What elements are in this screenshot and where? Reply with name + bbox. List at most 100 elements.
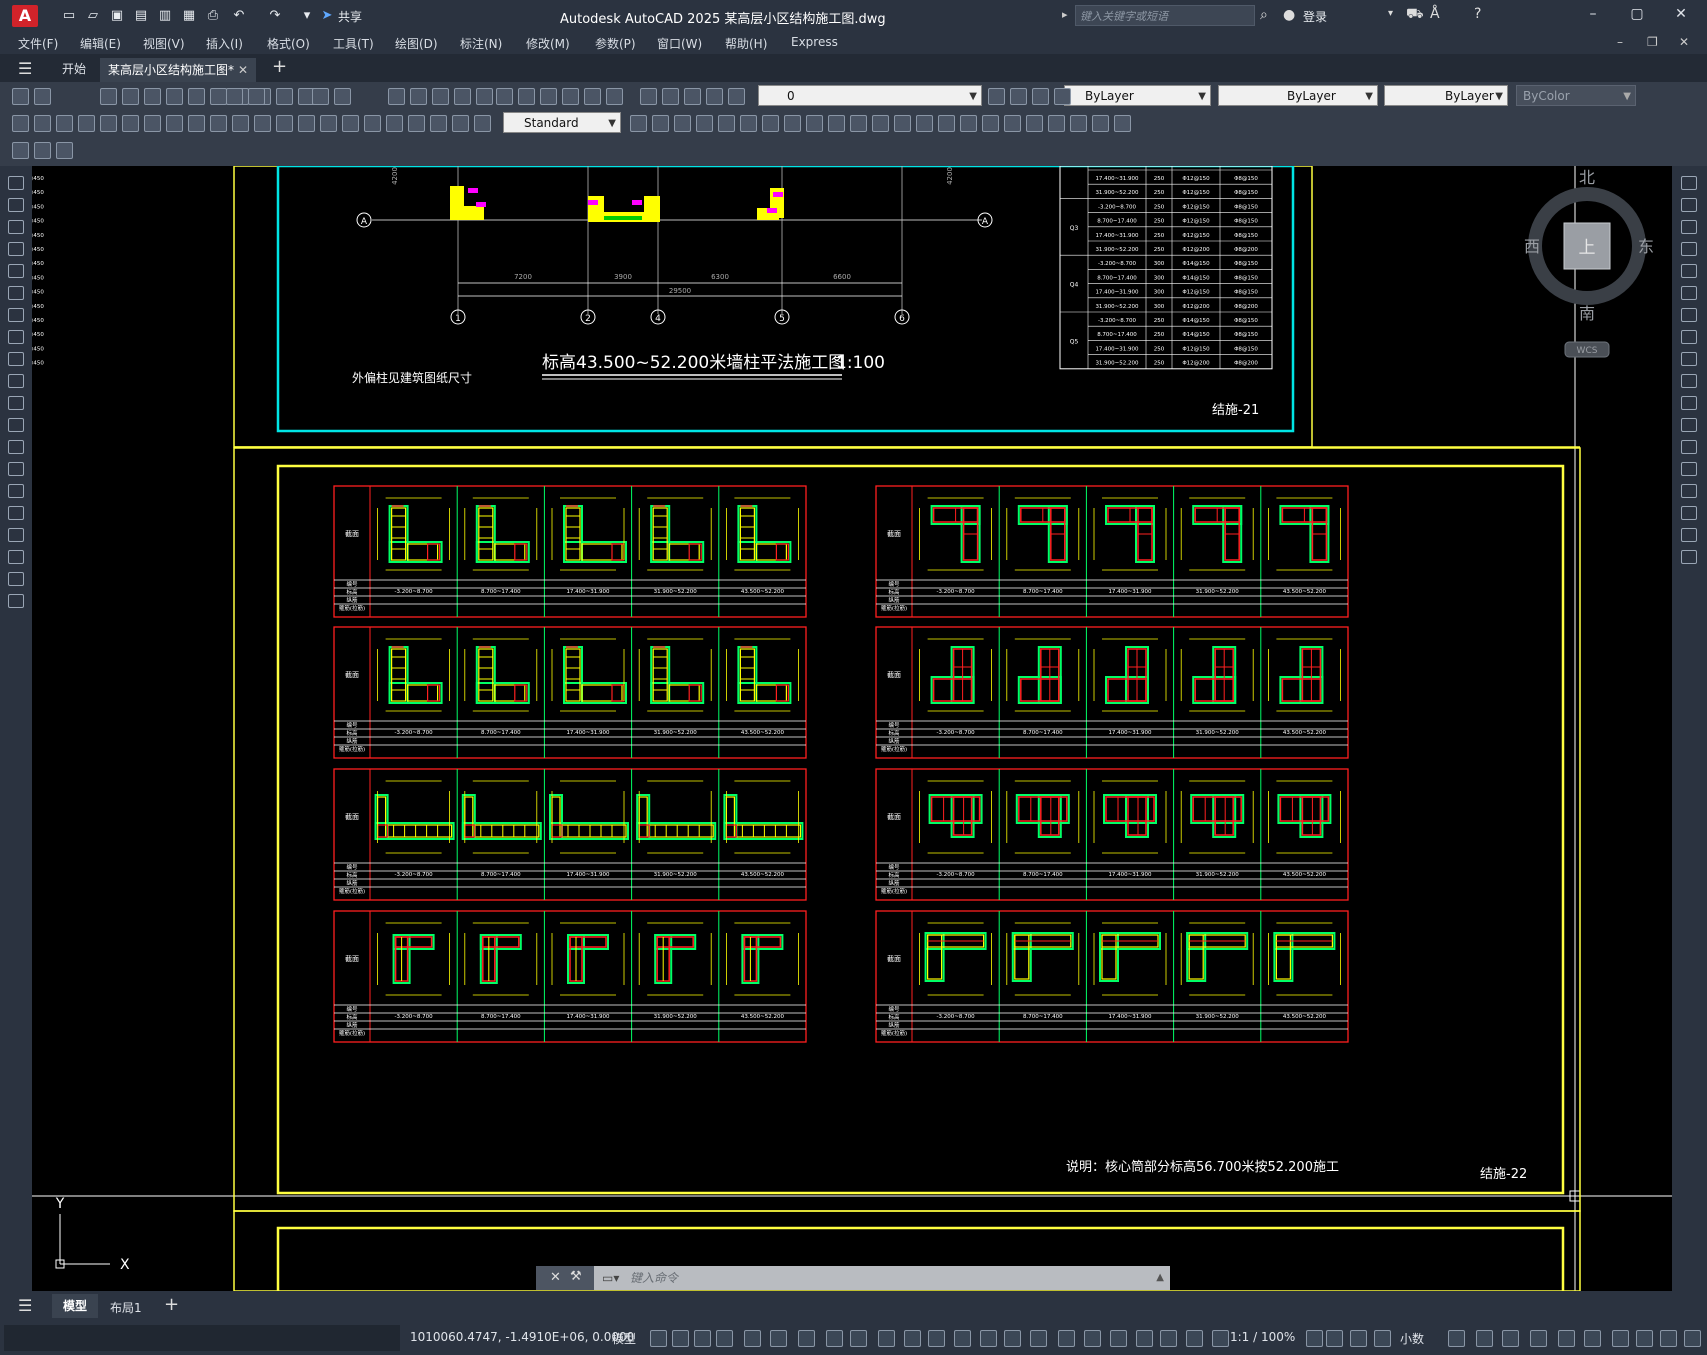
toolbar-tool-icon[interactable] (122, 88, 139, 105)
draw-tool-icon[interactable] (8, 198, 24, 212)
toolbar-tool-icon[interactable] (684, 88, 701, 105)
view-tool-icon[interactable] (718, 115, 735, 132)
toolbar-tool-icon[interactable] (454, 88, 471, 105)
menu-view[interactable]: 视图(V) (143, 35, 185, 52)
toolbar-tool-icon[interactable] (562, 88, 579, 105)
view-tool-icon[interactable] (674, 115, 691, 132)
dimension-tool-icon[interactable] (342, 115, 359, 132)
layer-tool-icon[interactable] (1032, 88, 1049, 105)
command-input[interactable]: ▭▾ 键入命令 ▲ (594, 1266, 1170, 1290)
toolbar-tool-icon[interactable] (432, 88, 449, 105)
units-display[interactable]: 小数 (1400, 1330, 1424, 1347)
toolbar-tool-icon[interactable] (706, 88, 723, 105)
redo-icon[interactable]: ↷ (266, 7, 284, 25)
workspace-tool-icon[interactable] (12, 142, 29, 159)
toolbar-tool-icon[interactable] (410, 88, 427, 105)
status-toggle-icon[interactable] (1058, 1330, 1075, 1347)
close-icon[interactable]: ✕ (1671, 6, 1691, 22)
save-icon[interactable]: ▣ (108, 7, 126, 25)
status-toggle-icon[interactable] (1160, 1330, 1177, 1347)
text-style-dropdown[interactable]: Standard ▼ (503, 112, 621, 133)
view-tool-icon[interactable] (1026, 115, 1043, 132)
modify-tool-icon[interactable] (1681, 198, 1697, 212)
dimension-tool-icon[interactable] (232, 115, 249, 132)
draw-tool-icon[interactable] (8, 352, 24, 366)
dimension-tool-icon[interactable] (166, 115, 183, 132)
layout-menu-icon[interactable]: ☰ (18, 1296, 32, 1315)
dimension-tool-icon[interactable] (474, 115, 491, 132)
web-save-icon[interactable]: ▦ (180, 7, 198, 25)
new-icon[interactable]: ▭ (60, 7, 78, 25)
cmd-history-icon[interactable]: ▲ (1156, 1266, 1164, 1290)
draw-tool-icon[interactable] (8, 220, 24, 234)
status-toggle-icon[interactable] (1212, 1330, 1229, 1347)
add-layout-icon[interactable]: + (164, 1294, 179, 1315)
status-toggle-icon[interactable] (980, 1330, 997, 1347)
modify-tool-icon[interactable] (1681, 462, 1697, 476)
new-tab-icon[interactable]: + (272, 56, 287, 77)
status-toggle-icon[interactable] (1186, 1330, 1203, 1347)
view-tool-icon[interactable] (982, 115, 999, 132)
status-toggle-icon[interactable] (1612, 1330, 1629, 1347)
toolbar-tool-icon[interactable] (100, 88, 117, 105)
dimension-tool-icon[interactable] (408, 115, 425, 132)
login-label[interactable]: 登录 (1303, 8, 1327, 25)
toolbar-tool-icon[interactable] (210, 88, 227, 105)
tab-close-icon[interactable]: ✕ (238, 58, 248, 82)
draw-tool-icon[interactable] (8, 550, 24, 564)
maximize-icon[interactable]: ▢ (1627, 6, 1647, 22)
modify-tool-icon[interactable] (1681, 264, 1697, 278)
draw-tool-icon[interactable] (8, 176, 24, 190)
status-toggle-icon[interactable] (1326, 1330, 1343, 1347)
menu-file[interactable]: 文件(F) (18, 35, 58, 52)
dimension-tool-icon[interactable] (34, 115, 51, 132)
view-tool-icon[interactable] (1048, 115, 1065, 132)
modify-tool-icon[interactable] (1681, 440, 1697, 454)
open-icon[interactable]: ▱ (84, 7, 102, 25)
menu-express[interactable]: Express (791, 35, 838, 49)
dimension-tool-icon[interactable] (188, 115, 205, 132)
dimension-tool-icon[interactable] (320, 115, 337, 132)
menu-edit[interactable]: 编辑(E) (80, 35, 121, 52)
toolbar-tool-icon[interactable] (496, 88, 513, 105)
share-label[interactable]: 共享 (338, 8, 362, 25)
draw-tool-icon[interactable] (8, 242, 24, 256)
view-tool-icon[interactable] (872, 115, 889, 132)
draw-tool-icon[interactable] (8, 286, 24, 300)
dimension-tool-icon[interactable] (452, 115, 469, 132)
menu-tools[interactable]: 工具(T) (333, 35, 374, 52)
coordinates-readout[interactable]: 1010060.4747, -1.4910E+06, 0.0000 (410, 1330, 634, 1344)
status-toggle-icon[interactable] (1684, 1330, 1701, 1347)
status-toggle-icon[interactable] (798, 1330, 815, 1347)
draw-tool-icon[interactable] (8, 396, 24, 410)
modify-tool-icon[interactable] (1681, 396, 1697, 410)
status-toggle-icon[interactable] (1004, 1330, 1021, 1347)
minimize-icon[interactable]: – (1583, 6, 1603, 22)
view-tool-icon[interactable] (894, 115, 911, 132)
workspace-tool-icon[interactable] (56, 142, 73, 159)
toolbar-tool-icon[interactable] (226, 88, 243, 105)
view-tool-icon[interactable] (1092, 115, 1109, 132)
dimension-tool-icon[interactable] (386, 115, 403, 132)
draw-tool-icon[interactable] (8, 308, 24, 322)
draw-tool-icon[interactable] (8, 374, 24, 388)
modify-tool-icon[interactable] (1681, 374, 1697, 388)
modify-tool-icon[interactable] (1681, 506, 1697, 520)
status-toggle-icon[interactable] (954, 1330, 971, 1347)
draw-tool-icon[interactable] (8, 462, 24, 476)
doc-close-icon[interactable]: ✕ (1679, 35, 1689, 49)
status-toggle-icon[interactable] (1306, 1330, 1323, 1347)
dimension-tool-icon[interactable] (100, 115, 117, 132)
user-icon[interactable]: ● (1283, 7, 1295, 23)
draw-tool-icon[interactable] (8, 572, 24, 586)
toolbar-tool-icon[interactable] (12, 88, 29, 105)
tab-model[interactable]: 模型 (52, 1294, 98, 1318)
menu-dimension[interactable]: 标注(N) (460, 35, 502, 52)
modify-tool-icon[interactable] (1681, 484, 1697, 498)
modify-tool-icon[interactable] (1681, 352, 1697, 366)
qat-dropdown-icon[interactable]: ▾ (298, 7, 316, 25)
status-toggle-icon[interactable] (672, 1330, 689, 1347)
autocad-logo-icon[interactable]: A (12, 5, 38, 27)
dimension-tool-icon[interactable] (364, 115, 381, 132)
status-toggle-icon[interactable] (744, 1330, 761, 1347)
